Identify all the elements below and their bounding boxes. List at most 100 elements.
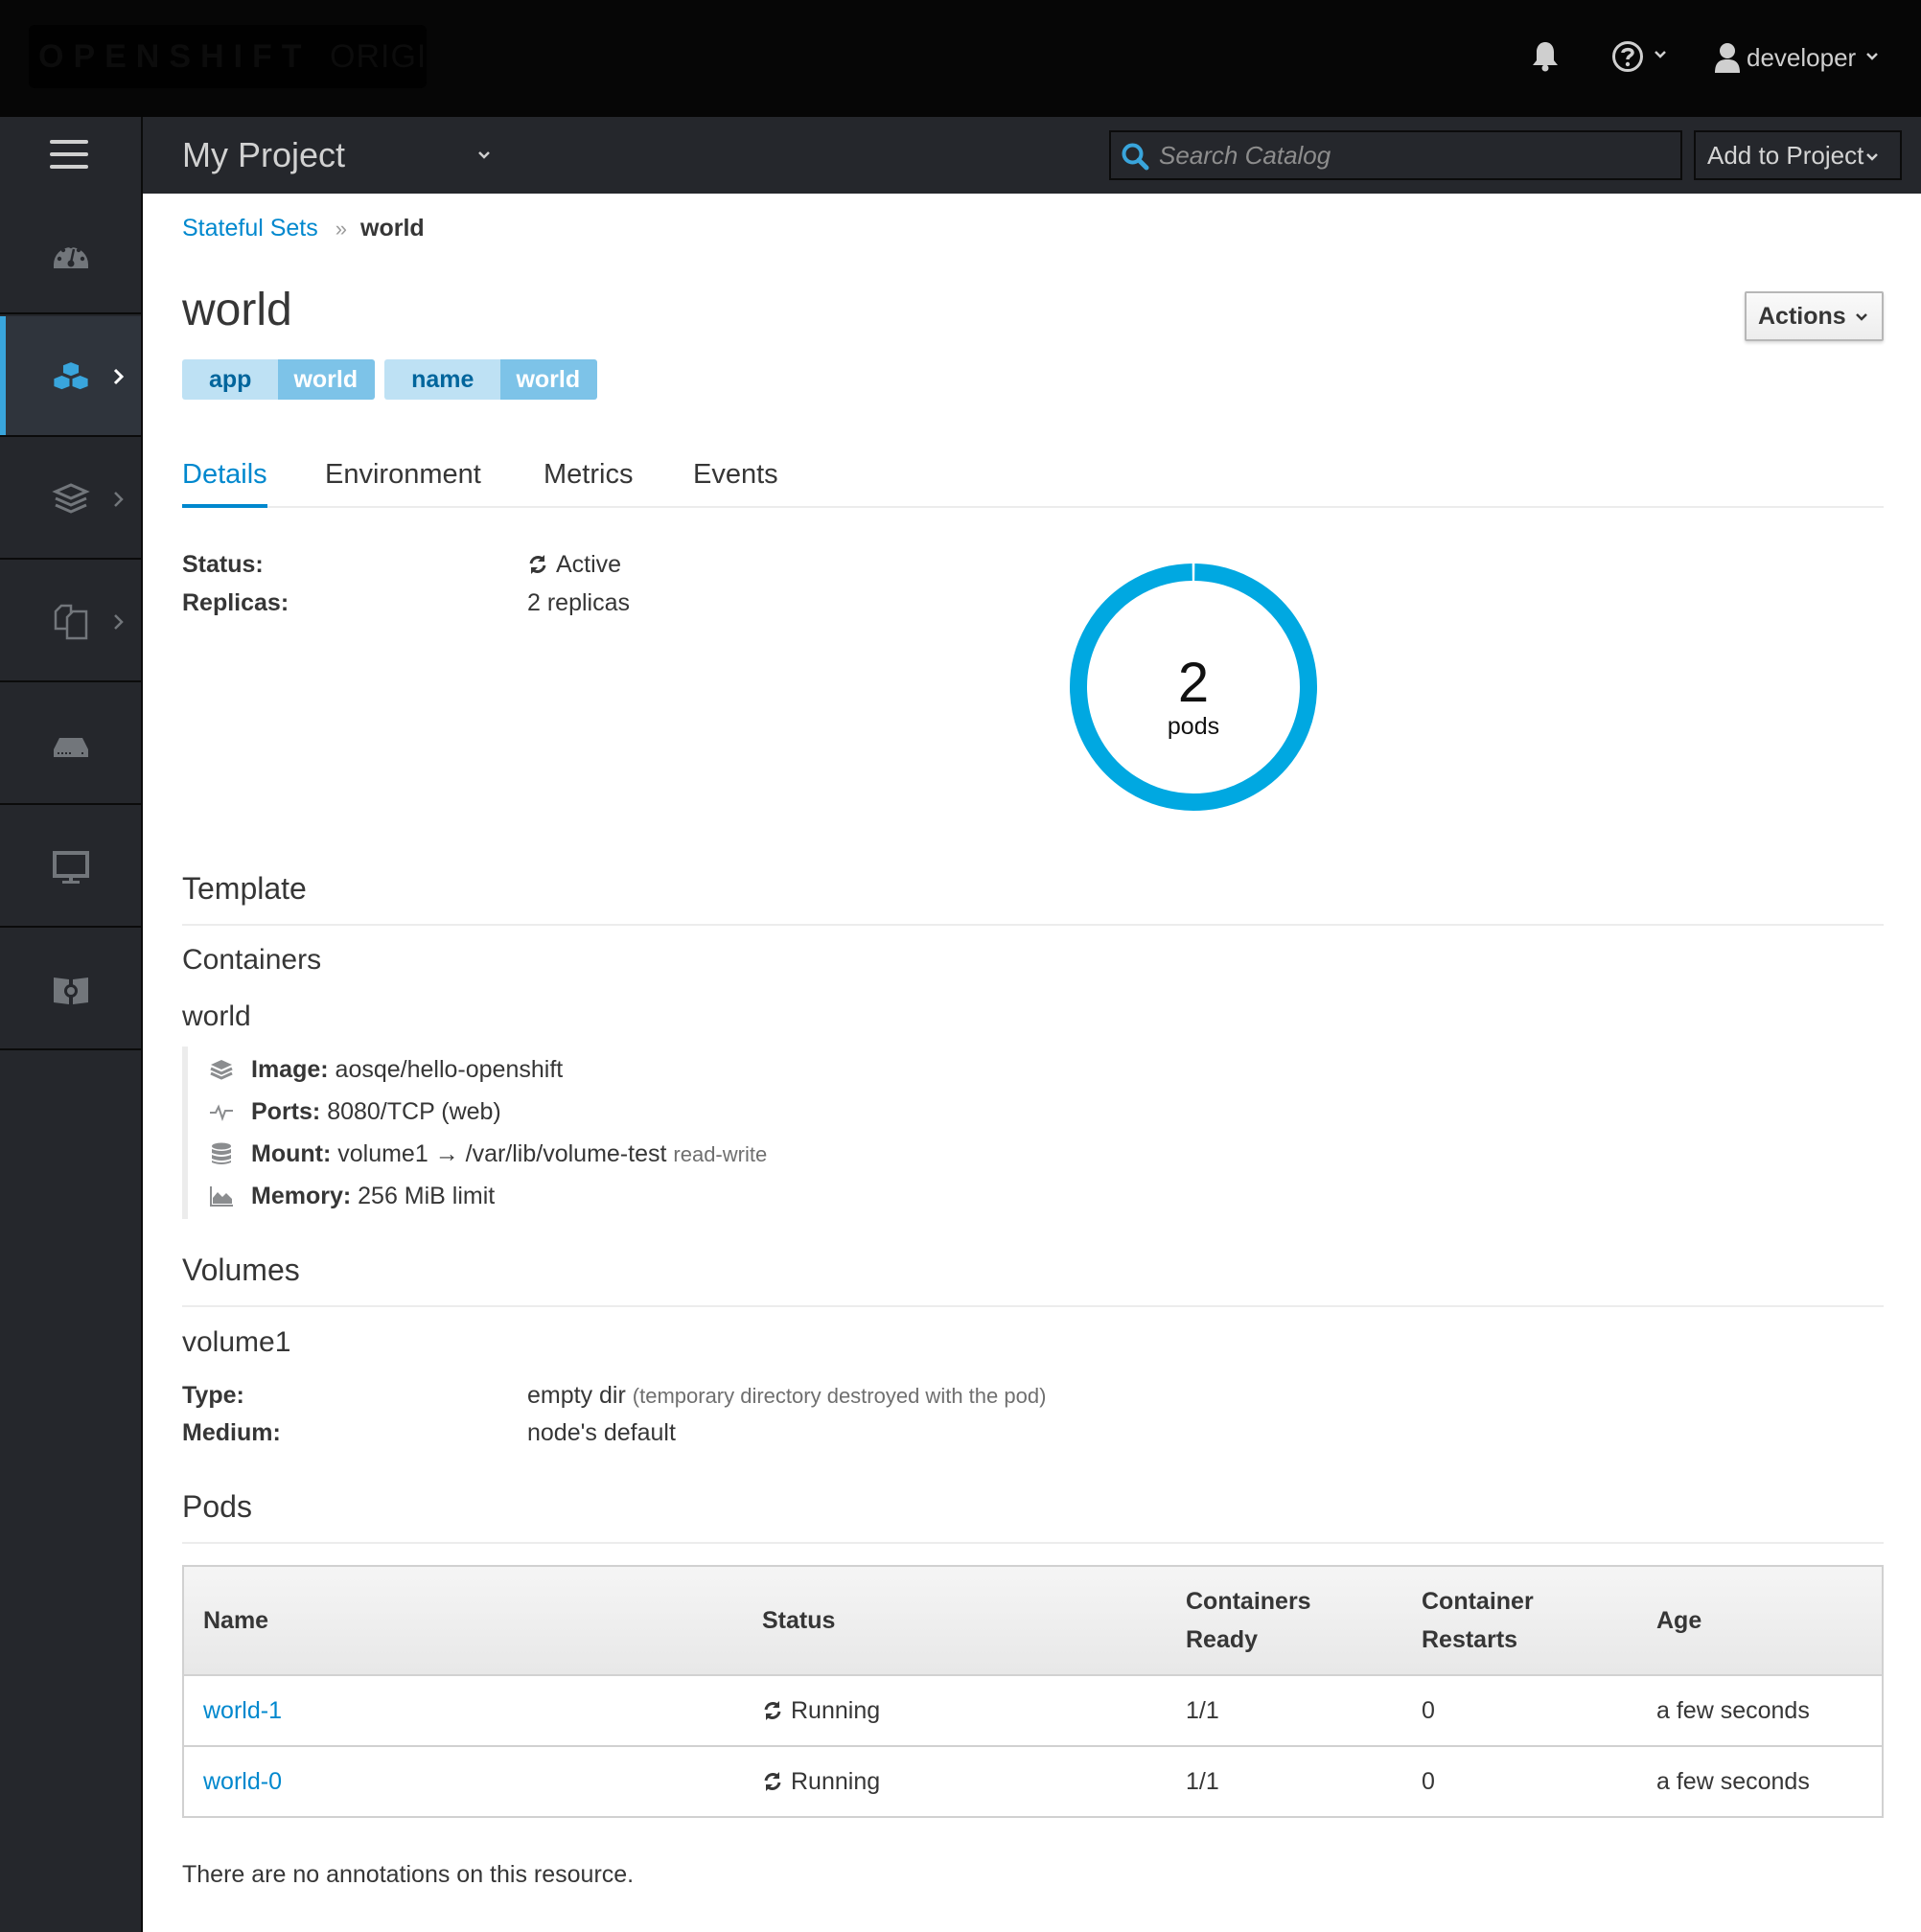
sync-icon: [764, 1771, 781, 1791]
sync-icon: [529, 555, 546, 574]
bell-icon[interactable]: [1531, 40, 1560, 73]
sync-icon: [764, 1700, 781, 1720]
pod-status-cell: Running: [743, 1746, 1167, 1818]
pod-restarts-cell: 0: [1402, 1746, 1637, 1818]
container-memory: Memory: 256 MiB limit: [209, 1179, 495, 1213]
user-menu-name[interactable]: developer: [1747, 38, 1856, 77]
pods-count: 2: [1178, 652, 1209, 714]
tab-environment[interactable]: Environment: [325, 450, 481, 498]
brand-edition: ORIGIN: [330, 38, 427, 75]
label-app[interactable]: app world: [182, 359, 376, 400]
labels: app world name world: [182, 359, 598, 400]
user-icon[interactable]: [1715, 42, 1740, 73]
chevron-right-icon: [114, 614, 124, 630]
book-gear-icon: [54, 978, 88, 1004]
template-heading: Template: [182, 871, 307, 906]
breadcrumb: Stateful Sets » world: [182, 211, 425, 246]
project-navbar: My Project Add to Project: [0, 117, 1921, 194]
label-value[interactable]: world: [278, 359, 376, 400]
sidebar-item-applications[interactable]: [0, 316, 141, 437]
mount-value: volume1 → /var/lib/volume-test: [337, 1140, 667, 1167]
pods-heading: Pods: [182, 1489, 252, 1524]
container-details: Image: aosqe/hello-openshift Ports: 8080…: [182, 1046, 949, 1219]
column-header-age[interactable]: Age: [1637, 1566, 1883, 1676]
divider: [182, 1542, 1884, 1544]
pod-ready-cell: 1/1: [1167, 1675, 1402, 1747]
column-header-status[interactable]: Status: [743, 1566, 1167, 1676]
brand-name: OPENSHIFT: [38, 38, 312, 75]
image-label: Image:: [251, 1056, 329, 1083]
column-header-containers-ready[interactable]: Containers Ready: [1167, 1566, 1402, 1676]
pods-table: Name Status Containers Ready Container R…: [182, 1565, 1884, 1818]
pod-ready-cell: 1/1: [1167, 1746, 1402, 1818]
project-selector[interactable]: My Project: [182, 134, 345, 176]
hamburger-icon-bar: [50, 165, 88, 169]
sidebar-item-resources[interactable]: [0, 562, 141, 682]
sidebar-item-monitoring[interactable]: [0, 807, 141, 928]
divider: [182, 924, 1884, 926]
mount-mode: read-write: [673, 1142, 768, 1166]
replicas-label: Replicas:: [182, 589, 289, 616]
area-chart-icon: [210, 1186, 233, 1207]
hamburger-icon: [50, 140, 88, 144]
search-input[interactable]: [1159, 136, 1667, 174]
sidebar: [0, 194, 143, 1932]
chevron-down-icon[interactable]: [1654, 50, 1667, 59]
table-row: world-1 Running 1/1 0 a few seconds: [183, 1675, 1883, 1747]
label-value[interactable]: world: [500, 359, 598, 400]
label-key[interactable]: name: [384, 359, 501, 400]
search-catalog[interactable]: [1109, 130, 1682, 180]
question-circle-icon[interactable]: [1611, 40, 1644, 73]
ports-value: 8080/TCP (web): [327, 1098, 501, 1125]
pod-link[interactable]: world-0: [203, 1768, 282, 1795]
chevron-down-icon: [1856, 313, 1867, 321]
sidebar-item-overview[interactable]: [0, 194, 141, 314]
breadcrumb-separator: »: [335, 217, 347, 241]
replicas-value: 2 replicas: [527, 589, 630, 616]
label-name[interactable]: name world: [384, 359, 598, 400]
volume-medium-label: Medium:: [182, 1419, 281, 1446]
image-value: aosqe/hello-openshift: [335, 1056, 564, 1083]
status-value: Active: [527, 547, 621, 582]
dashboard-icon: [54, 243, 88, 268]
chevron-down-icon[interactable]: [477, 150, 491, 160]
memory-value: 256 MiB limit: [358, 1183, 496, 1209]
divider: [182, 1305, 1884, 1307]
files-icon: [54, 604, 88, 640]
sidebar-item-builds[interactable]: [0, 439, 141, 560]
actions-label: Actions: [1758, 303, 1846, 330]
chevron-down-icon[interactable]: [1865, 52, 1879, 61]
pod-status: Running: [791, 1696, 881, 1724]
brand-logo[interactable]: OPENSHIFT ORIGIN: [29, 25, 427, 88]
sidebar-item-storage[interactable]: [0, 684, 141, 805]
tab-metrics[interactable]: Metrics: [544, 450, 633, 498]
tab-events[interactable]: Events: [693, 450, 778, 498]
volume-type-label: Type:: [182, 1382, 244, 1409]
volume-medium-value: node's default: [527, 1419, 676, 1446]
chevron-down-icon: [1866, 153, 1878, 161]
volumes-heading: Volumes: [182, 1253, 300, 1287]
container-image: Image: aosqe/hello-openshift: [209, 1052, 563, 1087]
volume-name: volume1: [182, 1326, 291, 1358]
pod-link[interactable]: world-1: [203, 1697, 282, 1724]
actions-dropdown-button[interactable]: Actions: [1745, 291, 1884, 341]
tabs: Details Environment Metrics Events: [182, 450, 1884, 508]
status-label: Status:: [182, 551, 264, 578]
tab-details[interactable]: Details: [182, 450, 267, 508]
annotations-message: There are no annotations on this resourc…: [182, 1861, 635, 1888]
monitor-icon: [53, 851, 89, 884]
containers-heading: Containers: [182, 944, 322, 976]
pulse-icon: [210, 1104, 233, 1121]
breadcrumb-stateful-sets-link[interactable]: Stateful Sets: [182, 215, 318, 242]
add-to-project-button[interactable]: Add to Project: [1694, 130, 1902, 180]
pod-status-cell: Running: [743, 1675, 1167, 1747]
pod-restarts-cell: 0: [1402, 1675, 1637, 1747]
table-row: world-0 Running 1/1 0 a few seconds: [183, 1746, 1883, 1818]
pods-unit: pods: [1168, 713, 1219, 740]
hard-drive-icon: [54, 738, 88, 757]
column-header-name[interactable]: Name: [183, 1566, 743, 1676]
hamburger-menu-button[interactable]: [0, 117, 143, 194]
sidebar-item-catalog[interactable]: [0, 930, 141, 1050]
label-key[interactable]: app: [182, 359, 279, 400]
column-header-container-restarts[interactable]: Container Restarts: [1402, 1566, 1637, 1676]
